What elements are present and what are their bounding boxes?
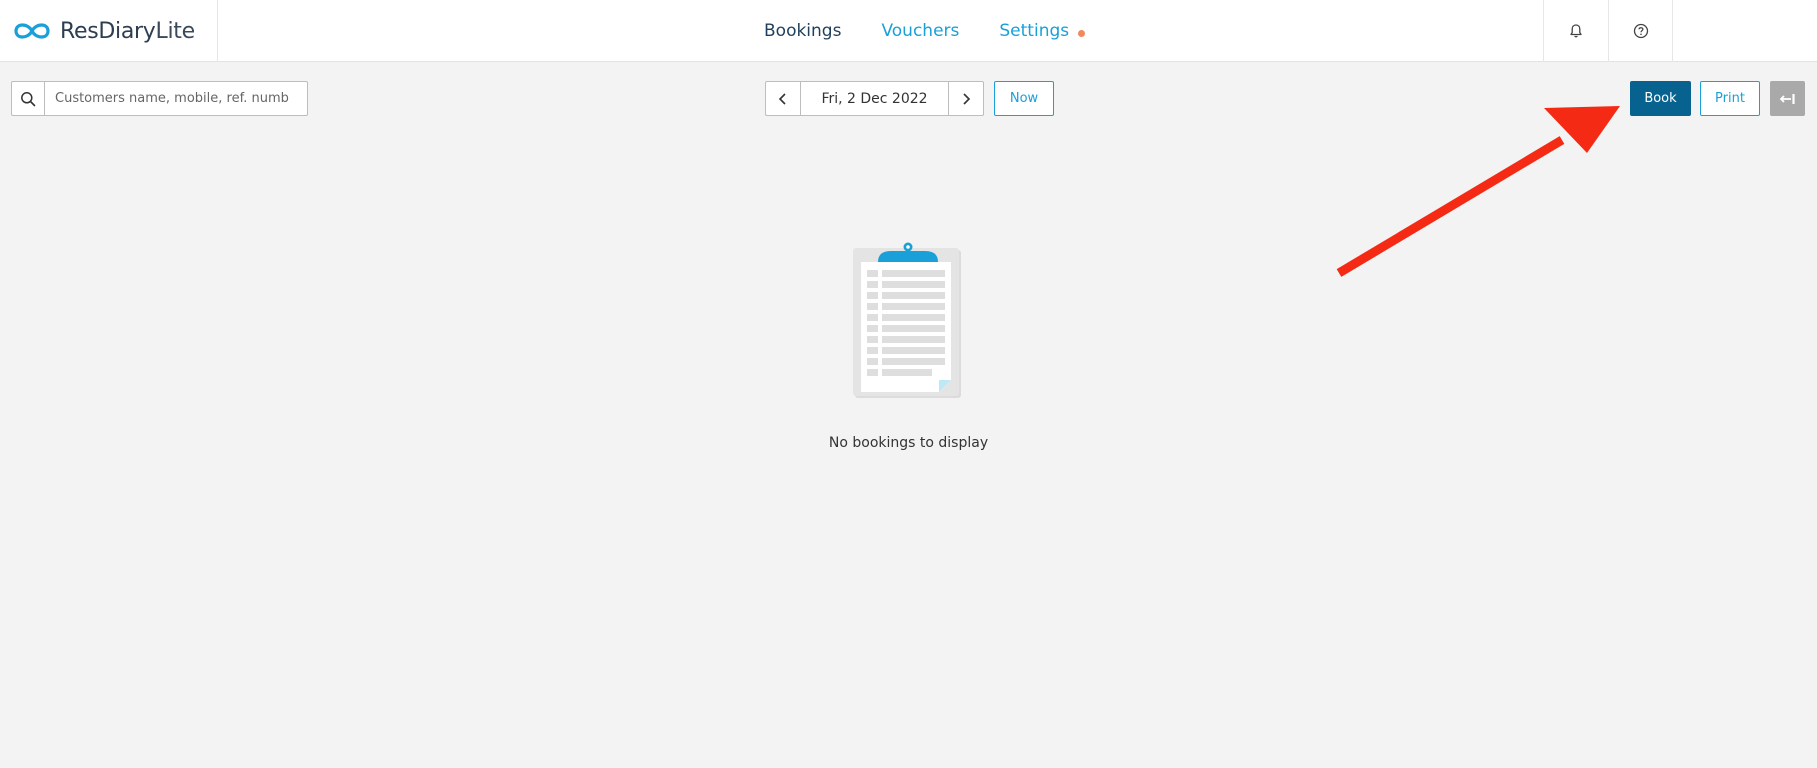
notification-dot	[1078, 30, 1086, 37]
help-button[interactable]	[1608, 0, 1673, 62]
chevron-left-icon	[778, 92, 786, 105]
search-button[interactable]	[12, 82, 45, 115]
search-input[interactable]	[45, 82, 307, 115]
nav-bookings[interactable]: Bookings	[764, 21, 841, 41]
top-header: ResDiaryLite Bookings Vouchers Settings	[0, 0, 1817, 62]
previous-day-button[interactable]	[766, 82, 801, 115]
search-icon	[21, 91, 36, 106]
clipboard-icon	[853, 242, 961, 398]
bell-icon	[1570, 24, 1582, 38]
main-nav: Bookings Vouchers Settings	[764, 0, 1109, 62]
print-button[interactable]: Print	[1700, 81, 1760, 116]
current-date[interactable]: Fri, 2 Dec 2022	[801, 82, 948, 115]
empty-state-message: No bookings to display	[828, 435, 989, 451]
customer-search	[11, 81, 308, 116]
collapse-arrow-icon	[1779, 93, 1795, 104]
nav-vouchers[interactable]: Vouchers	[881, 21, 959, 41]
date-navigator: Fri, 2 Dec 2022	[765, 81, 984, 116]
nav-settings[interactable]: Settings	[999, 21, 1086, 41]
notifications-button[interactable]	[1543, 0, 1608, 62]
chevron-right-icon	[963, 92, 971, 105]
next-day-button[interactable]	[948, 82, 983, 115]
book-button[interactable]: Book	[1630, 81, 1691, 116]
infinity-logo-icon	[14, 23, 50, 39]
collapse-panel-button[interactable]	[1770, 81, 1805, 116]
logo[interactable]: ResDiaryLite	[12, 0, 218, 62]
nav-settings-label: Settings	[999, 21, 1070, 41]
clipboard-illustration	[851, 240, 965, 404]
logo-text: ResDiaryLite	[60, 18, 195, 44]
red-arrow-annotation	[1336, 106, 1620, 277]
help-icon	[1633, 23, 1648, 39]
now-button[interactable]: Now	[994, 81, 1054, 116]
